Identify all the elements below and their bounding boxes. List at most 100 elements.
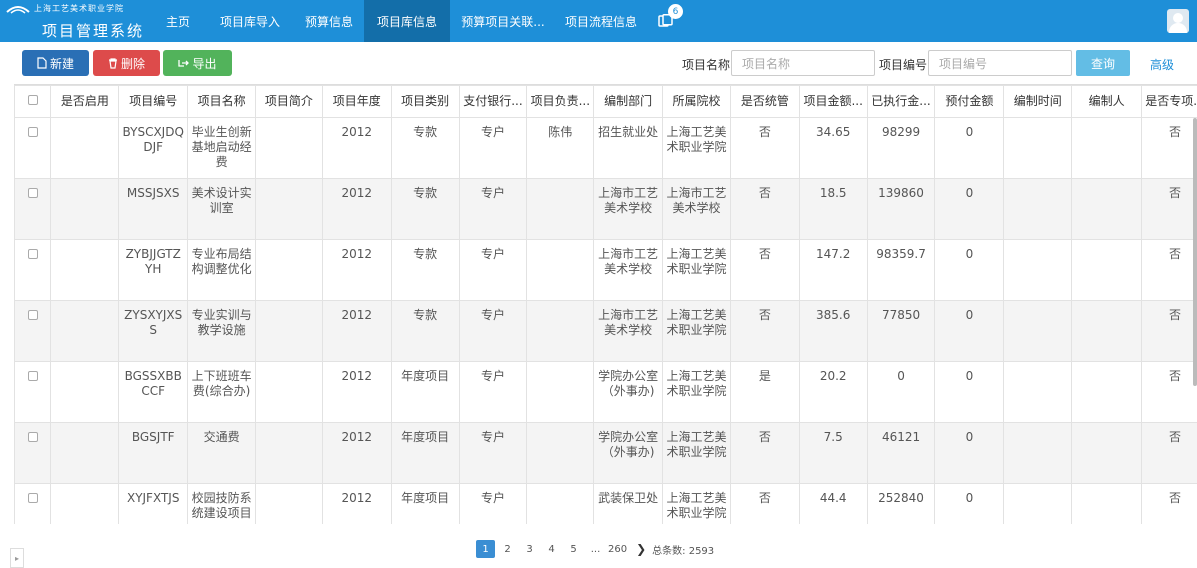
column-header[interactable]: 项目简介 [255,85,323,118]
page-button[interactable]: 4 [542,540,561,558]
project-code-label: 项目编号: [879,58,932,72]
select-all-checkbox[interactable] [27,95,38,105]
project-code-input[interactable]: 项目编号 [928,50,1072,76]
table-cell: XYJFXTJS [118,483,189,524]
column-header[interactable]: 是否专项... [1141,85,1197,118]
query-button[interactable]: 查询 [1076,50,1130,76]
table-cell: 上海工艺美术职业学院 [662,361,731,423]
nav-item[interactable]: 主页 [150,0,206,42]
next-page-icon[interactable]: ❯ [636,542,646,556]
row-checkbox-cell[interactable] [14,178,52,240]
nav-item[interactable]: 项目流程信息 [556,0,646,42]
table-row[interactable]: MSSJSXS 美术设计实训室 2012 专款 专户 上海市工艺美术学校 上海市工艺美术学校… [14,178,1197,240]
table-cell: 385.6 [798,300,868,362]
table-cell [255,361,323,423]
table-cell [526,483,595,524]
column-header[interactable]: 编制部门 [593,85,664,118]
column-header[interactable]: 项目编号 [118,85,189,118]
nav-item[interactable]: 项目库导入 [206,0,294,42]
table-cell: 否 [1141,361,1197,423]
school-name: 上海工艺美术职业学院 [34,4,124,13]
table-cell: 34.65 [798,117,868,179]
column-header[interactable]: 已执行金... [866,85,936,118]
notification-button[interactable]: 6 [646,0,686,42]
page-button[interactable]: 260 [608,540,627,558]
table-cell: 252840 [866,483,936,524]
row-checkbox-cell[interactable] [14,483,52,524]
table-cell: ZYSXYJXSS [118,300,189,362]
column-header[interactable]: 项目负责... [526,85,595,118]
table-cell: 年度项目 [390,422,460,484]
column-header[interactable]: 项目年度 [321,85,392,118]
row-checkbox[interactable] [27,371,38,381]
table-row[interactable]: ZYBJJGTZYH 专业布局结构调整优化 2012 专款 专户 上海市工艺美术学校 上海工… [14,239,1197,301]
table-cell: 年度项目 [390,483,460,524]
select-all-checkbox-cell[interactable] [14,85,52,118]
table-cell: 毕业生创新基地启动经费 [187,117,256,179]
nav-item[interactable]: 预算信息 [294,0,364,42]
table-cell: 0 [866,361,936,423]
row-checkbox-cell[interactable] [14,361,52,423]
column-header[interactable]: 编制时间 [1003,85,1073,118]
column-header[interactable]: 编制人 [1071,85,1143,118]
nav-item[interactable]: 预算项目关联... [450,0,556,42]
export-button[interactable]: 导出 [163,50,232,76]
table-cell: 专户 [458,178,528,240]
delete-button[interactable]: 删除 [93,50,160,76]
table-cell [1071,239,1143,301]
table-cell: 18.5 [798,178,868,240]
table-row[interactable]: XYJFXTJS 校园技防系统建设项目 2012 年度项目 专户 武装保卫处 上海工艺美术职… [14,483,1197,524]
table-cell: 否 [729,239,800,301]
advanced-search-link[interactable]: 高级 [1150,56,1174,73]
vertical-scrollbar[interactable] [1193,118,1197,386]
column-header[interactable]: 是否统管 [729,85,800,118]
row-checkbox-cell[interactable] [14,117,52,179]
user-avatar[interactable] [1167,9,1189,33]
table-cell [526,422,595,484]
row-checkbox-cell[interactable] [14,239,52,301]
table-row[interactable]: BGSSXBBCCF 上下班班车费(综合办) 2012 年度项目 专户 学院办公室（外事办… [14,361,1197,423]
top-navbar: 上海工艺美术职业学院 项目管理系统 主页 项目库导入 预算信息 项目库信息 预算项目关联… [0,0,1197,42]
project-name-input[interactable]: 项目名称 [731,50,875,76]
table-cell: BGSJTF [118,422,189,484]
row-checkbox-cell[interactable] [14,300,52,362]
new-button[interactable]: 新建 [22,50,89,76]
row-checkbox[interactable] [27,188,38,198]
column-header[interactable]: 是否启用 [50,85,120,118]
table-row[interactable]: BYSCXJDQDJF 毕业生创新基地启动经费 2012 专款 专户 陈伟 招生就业处 上海工… [14,117,1197,179]
expand-sidebar-button[interactable]: ▸ [10,548,24,568]
row-checkbox-cell[interactable] [14,422,52,484]
table-cell: 专户 [458,239,528,301]
table-cell: 2012 [321,422,392,484]
row-checkbox[interactable] [27,310,38,320]
page-button[interactable]: 2 [498,540,517,558]
table-cell: ZYBJJGTZYH [118,239,189,301]
table-cell: 交通费 [187,422,256,484]
table-cell: 7.5 [798,422,868,484]
page-button[interactable]: 1 [476,540,495,558]
column-header[interactable]: 项目类别 [390,85,460,118]
table-cell [50,117,120,179]
delete-button-label: 删除 [120,56,145,71]
column-header[interactable]: 所属院校 [662,85,731,118]
table-cell: 上海市工艺美术学校 [593,239,664,301]
row-checkbox[interactable] [27,249,38,259]
column-header[interactable]: 预付金额 [934,85,1005,118]
column-header[interactable]: 项目名称 [187,85,256,118]
table-cell: 44.4 [798,483,868,524]
table-row[interactable]: ZYSXYJXSS 专业实训与教学设施 2012 专款 专户 上海市工艺美术学校 上海工艺美… [14,300,1197,362]
table-cell: 2012 [321,300,392,362]
main-nav: 主页 项目库导入 预算信息 项目库信息 预算项目关联... 项目流程信息 [150,0,646,42]
table-cell: 学院办公室（外事办) [593,361,664,423]
page-button[interactable]: 3 [520,540,539,558]
column-header[interactable]: 支付银行... [458,85,528,118]
table-cell: 0 [934,422,1005,484]
row-checkbox[interactable] [27,432,38,442]
column-header[interactable]: 项目金额... [798,85,868,118]
table-cell: 陈伟 [526,117,595,179]
row-checkbox[interactable] [27,127,38,137]
table-row[interactable]: BGSJTF 交通费 2012 年度项目 专户 学院办公室（外事办) 上海工艺美术职业学院否… [14,422,1197,484]
nav-item[interactable]: 项目库信息 [364,0,450,42]
row-checkbox[interactable] [27,493,38,503]
page-button[interactable]: 5 [564,540,583,558]
